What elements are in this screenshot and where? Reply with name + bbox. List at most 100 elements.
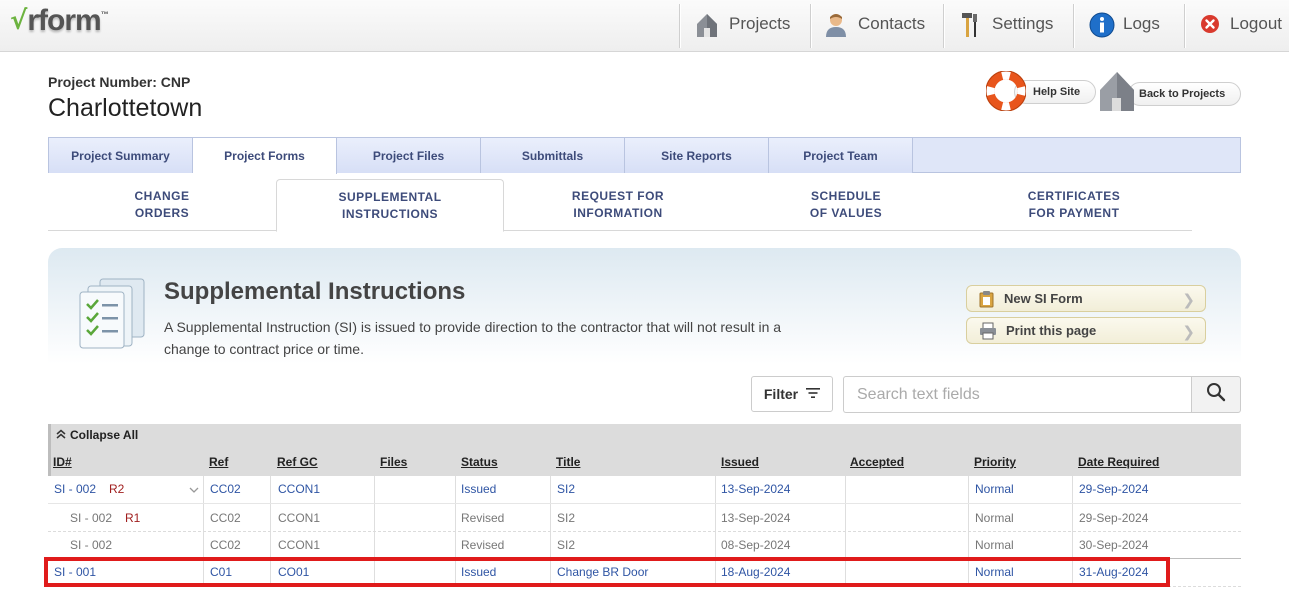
row-date-required: 29-Sep-2024 [1079, 482, 1149, 496]
back-to-projects-button[interactable]: Back to Projects [1128, 82, 1241, 106]
subtab-certificates-for-payment[interactable]: CERTIFICATES FOR PAYMENT [960, 179, 1188, 231]
house-icon [695, 12, 719, 37]
nav-logs-label: Logs [1123, 14, 1160, 33]
panel-title: Supplemental Instructions [164, 278, 466, 305]
clipboard-icon [979, 290, 995, 311]
nav-logout[interactable]: Logout [1200, 0, 1282, 48]
nav-contacts[interactable]: Contacts [824, 0, 925, 48]
row-priority: Normal [975, 538, 1014, 552]
row-priority: Normal [975, 511, 1014, 525]
row-id-link[interactable]: SI - 002 [54, 476, 96, 503]
row-id-link[interactable]: SI - 002 [70, 505, 112, 532]
nav-divider [943, 4, 944, 48]
revision-badge: R2 [109, 482, 125, 496]
nav-logs[interactable]: Logs [1089, 0, 1160, 48]
row-title[interactable]: SI2 [557, 532, 575, 559]
nav-projects[interactable]: Projects [695, 0, 790, 48]
tab-site-reports[interactable]: Site Reports [625, 138, 769, 173]
nav-divider [1184, 4, 1185, 48]
row-status: Issued [461, 482, 497, 496]
logo-trademark: ™ [100, 10, 109, 19]
print-page-label: Print this page [1006, 323, 1097, 338]
tab-project-forms[interactable]: Project Forms [193, 138, 337, 174]
filter-label: Filter [763, 386, 799, 402]
nav-projects-label: Projects [729, 14, 791, 33]
printer-icon [979, 322, 997, 343]
close-circle-icon [1200, 14, 1220, 34]
row-title[interactable]: SI2 [557, 476, 575, 503]
tab-project-files[interactable]: Project Files [337, 138, 481, 173]
nav-settings[interactable]: Settings [958, 0, 1053, 48]
new-si-form-button[interactable]: New SI Form ❯ [966, 285, 1206, 312]
house-icon [1098, 70, 1136, 117]
help-site-button[interactable]: Help Site [1014, 80, 1096, 104]
filter-lines-icon [806, 386, 821, 402]
row-id-link[interactable]: SI - 002 [70, 532, 112, 559]
column-header-ref[interactable]: Ref [209, 455, 228, 469]
project-tabs: Project Summary Project Forms Project Fi… [48, 137, 1241, 174]
row-issued: 13-Sep-2024 [721, 511, 791, 525]
table-row[interactable]: SI - 002 R1 CC02 CCON1 Revised SI2 13-Se… [48, 505, 1241, 532]
nav-logout-label: Logout [1230, 14, 1282, 33]
row-divider [48, 503, 1241, 504]
tab-project-team[interactable]: Project Team [769, 138, 913, 173]
row-highlight-box [44, 557, 1170, 587]
row-status: Revised [461, 511, 505, 525]
row-ref-gc: CCON1 [278, 511, 321, 525]
subtab-change-orders[interactable]: CHANGE ORDERS [48, 179, 276, 231]
nav-divider [810, 4, 811, 48]
row-date-required: 29-Sep-2024 [1079, 511, 1149, 525]
row-ref-gc: CCON1 [278, 538, 321, 552]
row-date-required: 30-Sep-2024 [1079, 538, 1149, 552]
row-priority: Normal [975, 482, 1014, 496]
chevron-right-icon: ❯ [1182, 324, 1195, 341]
back-to-projects-label: Back to Projects [1139, 88, 1226, 100]
checklist-document-icon [78, 276, 150, 355]
row-ref: CC02 [210, 482, 241, 496]
column-header-date-required[interactable]: Date Required [1078, 455, 1159, 469]
row-ref: CC02 [210, 511, 241, 525]
project-number: Project Number: CNP [48, 74, 191, 90]
chevron-down-icon[interactable] [189, 476, 199, 503]
tools-icon [958, 12, 982, 37]
column-header-status[interactable]: Status [461, 455, 498, 469]
rform-logo[interactable]: √ rform ™ [10, 6, 109, 42]
nav-divider [679, 4, 680, 48]
search-icon [1206, 382, 1226, 407]
nav-contacts-label: Contacts [858, 14, 926, 33]
tab-submittals[interactable]: Submittals [481, 138, 625, 173]
column-header-ref-gc[interactable]: Ref GC [277, 455, 318, 469]
column-header-files[interactable]: Files [380, 455, 407, 469]
filter-button[interactable]: Filter [751, 376, 833, 412]
subtab-request-for-information[interactable]: REQUEST FOR INFORMATION [504, 179, 732, 231]
logo-text: rform [27, 4, 101, 37]
collapse-all-button[interactable]: Collapse All [56, 428, 138, 442]
search-button[interactable] [1191, 376, 1241, 413]
info-icon [1089, 12, 1115, 38]
column-header-id[interactable]: ID# [53, 455, 72, 469]
column-header-issued[interactable]: Issued [721, 455, 759, 469]
double-chevron-up-icon [56, 428, 66, 442]
row-ref-gc: CCON1 [278, 482, 321, 496]
row-ref: CC02 [210, 538, 241, 552]
help-site-label: Help Site [1033, 86, 1081, 98]
table-row[interactable]: SI - 002 CC02 CCON1 Revised SI2 08-Sep-2… [48, 532, 1241, 559]
person-icon [824, 12, 848, 37]
chevron-right-icon: ❯ [1182, 292, 1195, 309]
column-header-priority[interactable]: Priority [974, 455, 1016, 469]
nav-divider [1073, 4, 1074, 48]
subtab-schedule-of-values[interactable]: SCHEDULE OF VALUES [732, 179, 960, 231]
column-header-title[interactable]: Title [556, 455, 580, 469]
row-title[interactable]: SI2 [557, 505, 575, 532]
top-bar: √ rform ™ Projects Contacts Settings Log… [0, 0, 1289, 52]
search-input[interactable] [843, 376, 1192, 413]
column-header-accepted[interactable]: Accepted [850, 455, 904, 469]
row-status: Revised [461, 538, 505, 552]
print-page-button[interactable]: Print this page ❯ [966, 317, 1206, 344]
row-issued: 08-Sep-2024 [721, 538, 791, 552]
collapse-all-label: Collapse All [70, 428, 139, 442]
row-issued: 13-Sep-2024 [721, 482, 791, 496]
table-row[interactable]: SI - 002 R2 CC02 CCON1 Issued SI2 13-Sep… [48, 476, 1241, 503]
tab-project-summary[interactable]: Project Summary [49, 138, 193, 173]
subtab-supplemental-instructions[interactable]: SUPPLEMENTAL INSTRUCTIONS [276, 179, 504, 232]
